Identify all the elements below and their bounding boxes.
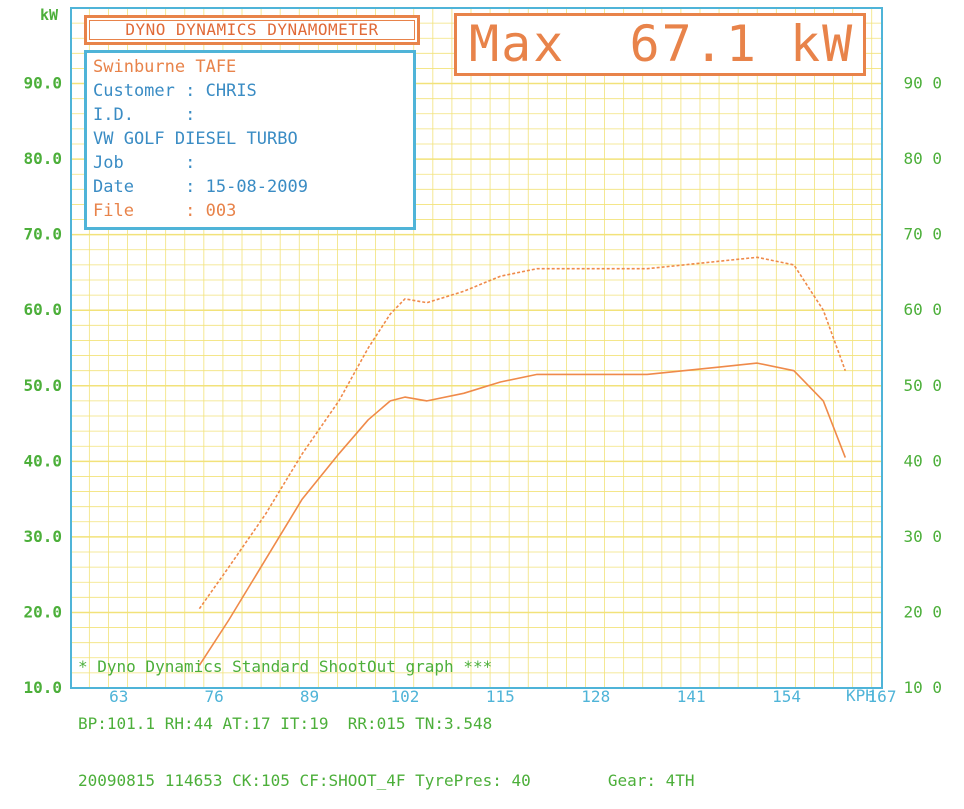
footer-line-3-text: 20090815 114653 CK:105 CF:SHOOT_4F TyreP… — [78, 771, 531, 790]
y-axis-left-ticks: 10.0 20.0 30.0 40.0 50.0 60.0 70.0 80.0 90.0 — [23, 74, 62, 697]
workshop-name: Swinburne TAFE — [93, 57, 237, 77]
test-conditions-footer: * Dyno Dynamics Standard ShootOut graph … — [78, 619, 868, 809]
id-row: I.D. : — [93, 105, 206, 125]
y-tick-label-right: 70 0 — [903, 225, 942, 244]
max-value: 67.1 kW — [629, 15, 855, 73]
customer-row: Customer : CHRIS — [93, 81, 257, 101]
y-tick-label-left: 20.0 — [23, 602, 62, 621]
file-label: File — [93, 201, 134, 221]
job-label: Job — [93, 153, 124, 173]
y-tick-label-left: 10.0 — [23, 678, 62, 697]
footer-line-1: * Dyno Dynamics Standard ShootOut graph … — [78, 657, 493, 676]
y-tick-label-left: 80.0 — [23, 149, 62, 168]
date-label: Date — [93, 177, 134, 197]
y-tick-label-right: 40 0 — [903, 451, 942, 470]
date-value: 15-08-2009 — [205, 177, 308, 197]
date-row: Date : 15-08-2009 — [93, 177, 308, 197]
job-row: Job : — [93, 153, 206, 173]
customer-info-box: Swinburne TAFE Customer : CHRIS I.D. : V… — [84, 50, 416, 230]
y-axis-label-left: kW — [40, 6, 59, 24]
y-tick-label-left: 50.0 — [23, 376, 62, 395]
y-tick-label-right: 90 0 — [903, 74, 942, 93]
vehicle-row: VW GOLF DIESEL TURBO — [93, 127, 413, 151]
y-tick-label-left: 40.0 — [23, 451, 62, 470]
id-label: I.D. — [93, 105, 134, 125]
x-tick-label: 167 — [868, 687, 897, 706]
y-tick-label-right: 80 0 — [903, 149, 942, 168]
file-row: File : 003 — [93, 201, 237, 221]
y-tick-label-left: 60.0 — [23, 300, 62, 319]
y-tick-label-left: 90.0 — [23, 74, 62, 93]
customer-value: CHRIS — [205, 81, 257, 101]
y-tick-label-right: 50 0 — [903, 376, 942, 395]
max-label: Max — [469, 15, 566, 73]
y-tick-label-left: 70.0 — [23, 225, 62, 244]
max-power-box: Max 67.1 kW — [454, 13, 866, 76]
y-tick-label-right: 10 0 — [903, 678, 942, 697]
workshop-row: Swinburne TAFE — [93, 55, 413, 79]
y-tick-label-right: 60 0 — [903, 300, 942, 319]
dyno-title-box: DYNO DYNAMICS DYNAMOMETER — [84, 15, 420, 45]
vehicle-name: VW GOLF DIESEL TURBO — [93, 129, 298, 149]
file-value: 003 — [205, 201, 237, 221]
y-tick-label-left: 30.0 — [23, 527, 62, 546]
y-tick-label-right: 30 0 — [903, 527, 942, 546]
customer-label: Customer — [93, 81, 175, 101]
footer-line-3: 20090815 114653 CK:105 CF:SHOOT_4F TyreP… — [78, 771, 868, 790]
gear-label: Gear: 4TH — [607, 771, 695, 790]
y-axis-right-ticks: 10 0 20 0 30 0 40 0 50 0 60 0 70 0 80 0 90 0 — [903, 74, 942, 697]
y-tick-label-right: 20 0 — [903, 602, 942, 621]
